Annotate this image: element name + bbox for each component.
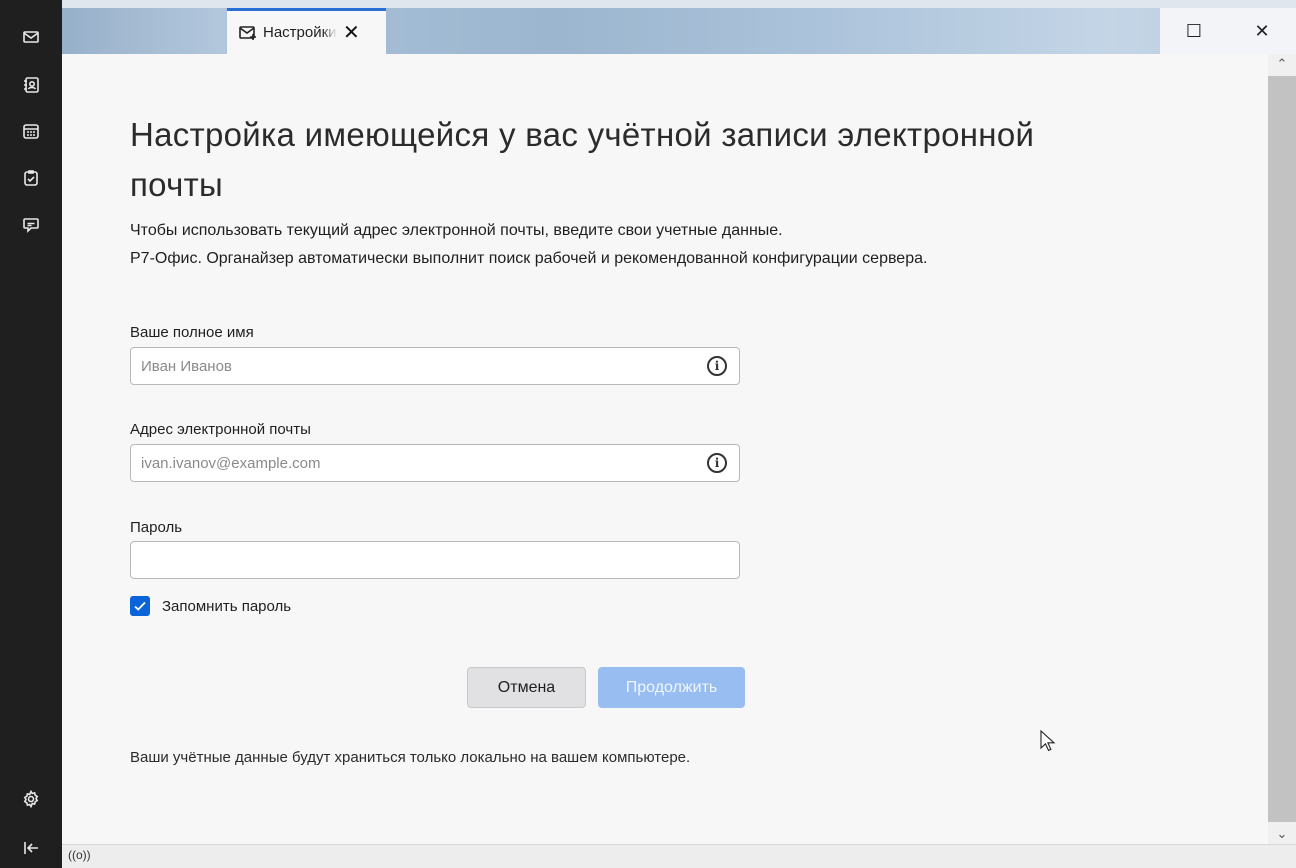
checkbox-checked-icon[interactable] (130, 596, 150, 616)
privacy-note: Ваши учётные данные будут храниться толь… (130, 749, 691, 766)
intro-line-2: Р7-Офис. Органайзер автоматически выполн… (130, 250, 928, 267)
email-field-box: i (130, 444, 740, 482)
intro-line-1: Чтобы использовать текущий адрес электро… (130, 222, 783, 239)
email-input[interactable] (131, 445, 711, 481)
info-icon[interactable]: i (707, 356, 727, 376)
mouse-cursor-icon (1040, 730, 1056, 752)
scroll-up-icon[interactable]: ⌃ (1268, 54, 1296, 74)
collapse-icon[interactable] (20, 837, 42, 859)
close-tab-icon[interactable]: ✕ (343, 23, 360, 43)
account-setup-page: Настройка имеющейся у вас учётной записи… (62, 54, 1268, 844)
settings-icon[interactable] (20, 788, 42, 810)
info-icon[interactable]: i (707, 453, 727, 473)
close-window-button[interactable]: ✕ (1228, 8, 1296, 54)
email-label: Адрес электронной почты (130, 421, 311, 438)
tab-account-setup[interactable]: Настройки учётной записи ✕ (227, 8, 386, 54)
chat-icon[interactable] (20, 214, 42, 236)
new-mail-icon (239, 25, 256, 40)
remember-password-label: Запомнить пароль (162, 597, 292, 615)
spaces-toolbar (0, 0, 62, 868)
cancel-button[interactable]: Отмена (467, 667, 586, 708)
maximize-button[interactable]: ☐ (1160, 8, 1228, 54)
password-field-box (130, 541, 740, 579)
tab-label: Настройки учётной записи (263, 24, 337, 41)
online-status-icon[interactable]: ((o)) (68, 848, 91, 862)
address-book-icon[interactable] (20, 74, 42, 96)
scrollbar-thumb[interactable] (1268, 76, 1296, 822)
name-field-box: i (130, 347, 740, 385)
tasks-icon[interactable] (20, 167, 42, 189)
name-label: Ваше полное имя (130, 324, 254, 341)
remember-password-checkbox[interactable]: Запомнить пароль (130, 596, 291, 616)
title-strip (62, 0, 1296, 8)
password-label: Пароль (130, 519, 183, 536)
name-input[interactable] (131, 348, 711, 384)
mail-icon[interactable] (20, 26, 42, 48)
tab-placeholder[interactable] (62, 8, 226, 54)
status-bar: ((o)) (62, 844, 1296, 868)
window-controls: ☐ ✕ (1160, 8, 1296, 54)
scroll-down-icon[interactable]: ⌄ (1268, 824, 1296, 844)
continue-button[interactable]: Продолжить (598, 667, 745, 708)
vertical-scrollbar[interactable]: ⌃ ⌄ (1268, 54, 1296, 844)
page-title: Настройка имеющейся у вас учётной записи… (130, 116, 1035, 203)
password-input[interactable] (131, 542, 711, 578)
calendar-icon[interactable] (20, 120, 42, 142)
